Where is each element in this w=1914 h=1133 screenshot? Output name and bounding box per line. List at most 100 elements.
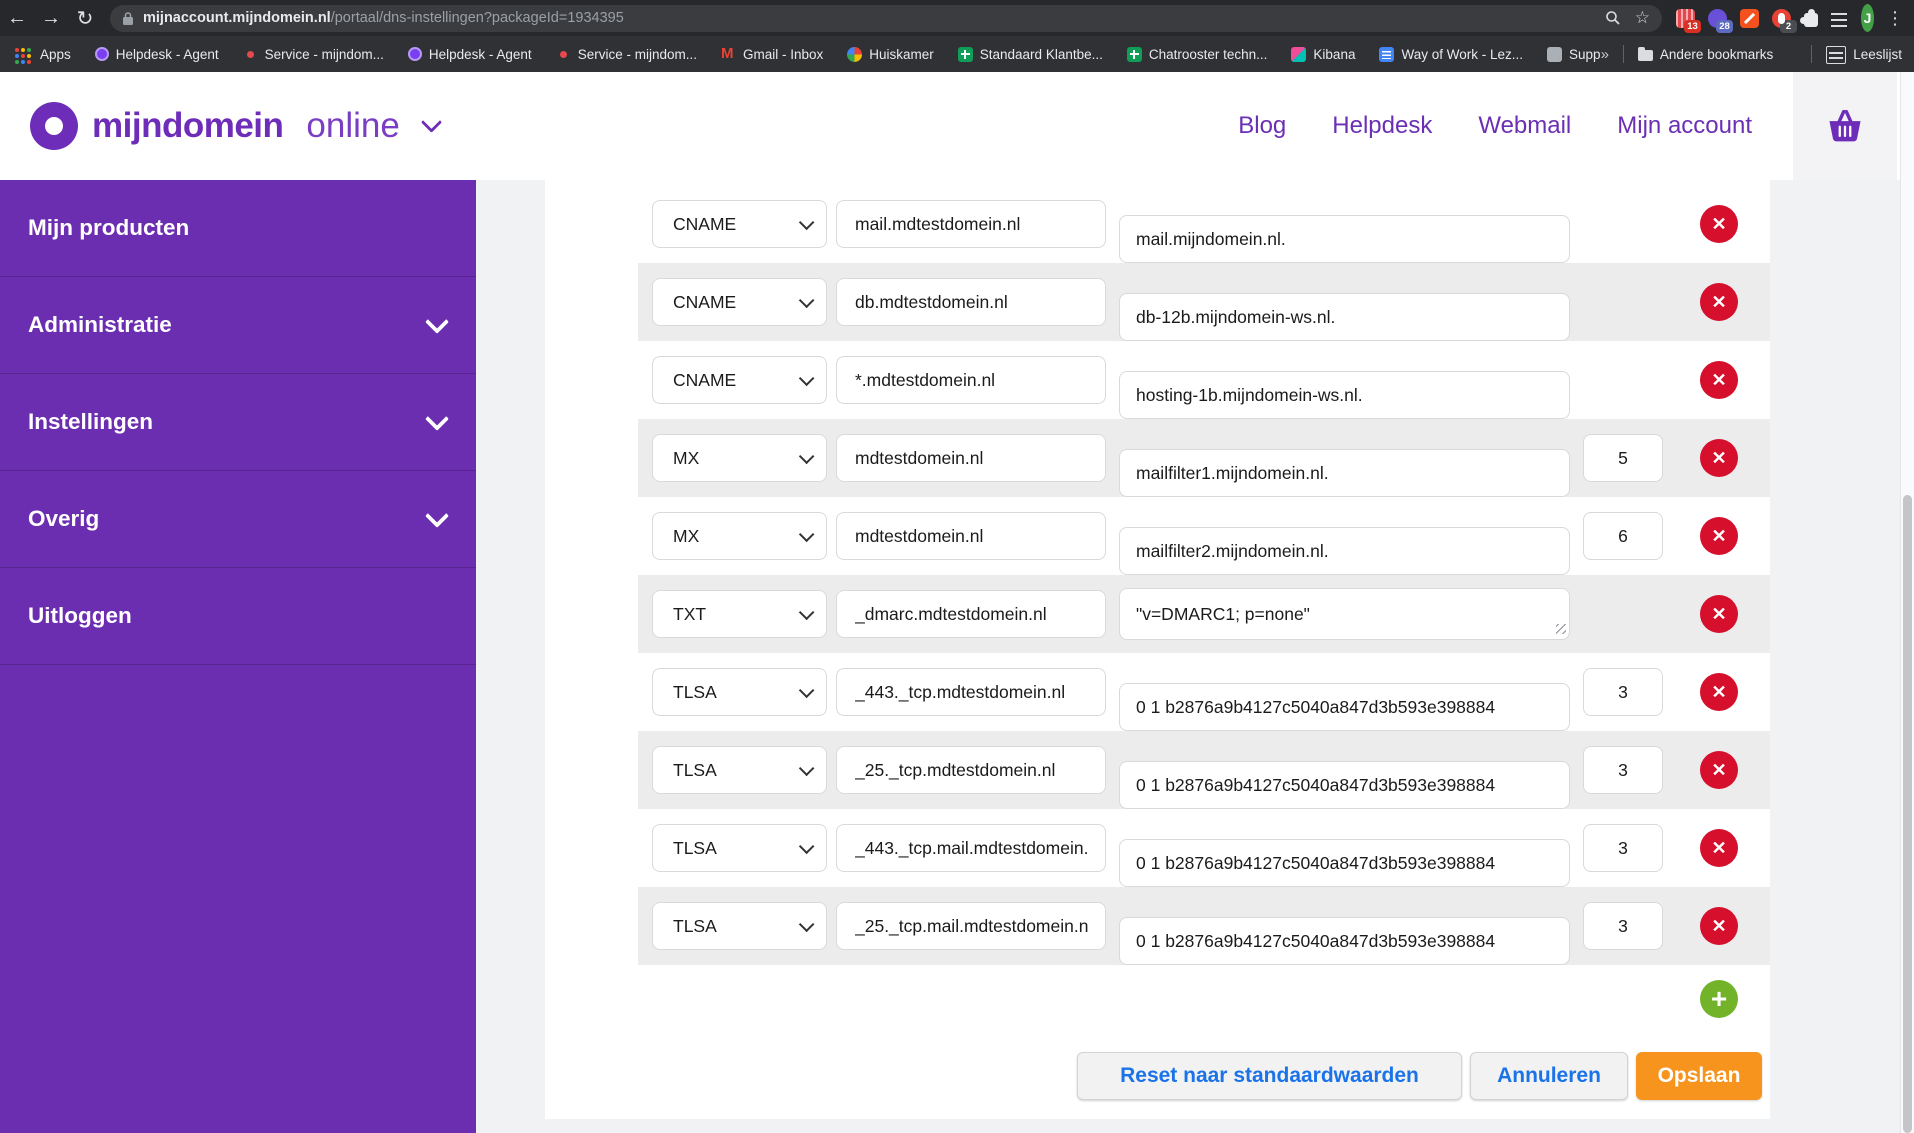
bookmark-apps-grid[interactable]: Apps bbox=[10, 43, 71, 66]
record-name-input[interactable] bbox=[836, 434, 1106, 482]
nav-link-blog[interactable]: Blog bbox=[1238, 112, 1286, 140]
record-type-select[interactable]: TLSA bbox=[652, 824, 827, 872]
record-name-input[interactable] bbox=[836, 278, 1106, 326]
add-record-button[interactable]: + bbox=[1700, 980, 1738, 1018]
bookmarks-overflow-icon[interactable]: » bbox=[1601, 46, 1609, 63]
extension-red-icon[interactable]: 13 bbox=[1676, 8, 1701, 33]
delete-record-button[interactable]: ✕ bbox=[1700, 283, 1738, 321]
record-value-wrap bbox=[1119, 512, 1570, 575]
bookmark-gmail[interactable]: Gmail - Inbox bbox=[721, 45, 823, 62]
record-type-select[interactable]: TXT bbox=[652, 590, 827, 638]
bookmark-dot-purple[interactable]: Helpdesk - Agent bbox=[94, 47, 219, 62]
scrollbar-thumb[interactable] bbox=[1903, 495, 1912, 1133]
record-value-input[interactable] bbox=[1119, 293, 1570, 341]
delete-record-button[interactable]: ✕ bbox=[1700, 673, 1738, 711]
record-name-input[interactable] bbox=[836, 668, 1106, 716]
bookmark-multi[interactable]: Huiskamer bbox=[847, 46, 934, 62]
record-priority-input[interactable] bbox=[1583, 746, 1663, 794]
record-value-input[interactable] bbox=[1119, 917, 1570, 965]
zoom-icon[interactable] bbox=[1605, 10, 1621, 26]
profile-avatar[interactable]: J bbox=[1861, 4, 1874, 32]
bookmark-doc-blue[interactable]: Way of Work - Lez... bbox=[1379, 46, 1523, 62]
refresh-icon[interactable]: ↻ bbox=[68, 6, 102, 31]
record-name-input[interactable] bbox=[836, 824, 1106, 872]
shopping-basket-button[interactable] bbox=[1793, 72, 1897, 180]
record-type-select[interactable]: CNAME bbox=[652, 278, 827, 326]
record-priority-input[interactable] bbox=[1583, 512, 1663, 560]
nav-link-mijn-account[interactable]: Mijn account bbox=[1617, 112, 1752, 140]
record-value-input[interactable] bbox=[1119, 588, 1570, 640]
brand-logo[interactable]: mijndomein online bbox=[30, 72, 442, 180]
reading-list-button[interactable]: Leeslijst bbox=[1826, 44, 1902, 64]
record-value-input[interactable] bbox=[1119, 761, 1570, 809]
record-value-input[interactable] bbox=[1119, 683, 1570, 731]
bookmark-dot-purple[interactable]: Helpdesk - Agent bbox=[407, 47, 532, 62]
record-name-input[interactable] bbox=[836, 512, 1106, 560]
record-type-select[interactable]: CNAME bbox=[652, 356, 827, 404]
record-value-wrap bbox=[1119, 902, 1570, 965]
back-icon[interactable]: ← bbox=[0, 7, 34, 30]
address-bar[interactable]: mijnaccount.mijndomein.nl/portaal/dns-in… bbox=[110, 4, 1662, 32]
record-name-input[interactable] bbox=[836, 356, 1106, 404]
dot-purple-icon bbox=[407, 47, 422, 61]
record-value-input[interactable] bbox=[1119, 839, 1570, 887]
record-type-select[interactable]: TLSA bbox=[652, 902, 827, 950]
browser-menu-icon[interactable]: ⋮ bbox=[1886, 8, 1904, 29]
record-value-input[interactable] bbox=[1119, 449, 1570, 497]
record-type-select[interactable]: MX bbox=[652, 434, 827, 482]
record-value-input[interactable] bbox=[1119, 371, 1570, 419]
bookmark-kibana[interactable]: Kibana bbox=[1291, 46, 1356, 62]
dot-purple-icon bbox=[94, 47, 109, 61]
record-name-input[interactable] bbox=[836, 746, 1106, 794]
record-value-input[interactable] bbox=[1119, 527, 1570, 575]
bookmark-dot-red[interactable]: Service - mijndom... bbox=[243, 47, 384, 62]
record-type-value: TLSA bbox=[673, 837, 717, 858]
sidebar-item-overig[interactable]: Overig bbox=[0, 471, 476, 568]
extension-queue-icon[interactable] bbox=[1831, 12, 1847, 27]
bookmark-label: Kibana bbox=[1313, 46, 1356, 62]
bookmark-sheet-green[interactable]: Chatrooster techn... bbox=[1126, 46, 1267, 62]
record-priority-input[interactable] bbox=[1583, 902, 1663, 950]
record-name-input[interactable] bbox=[836, 590, 1106, 638]
record-value-input[interactable] bbox=[1119, 215, 1570, 263]
resize-grip-icon[interactable] bbox=[1556, 624, 1566, 634]
sidebar-item-instellingen[interactable]: Instellingen bbox=[0, 374, 476, 471]
bookmark-star-icon[interactable]: ☆ bbox=[1635, 8, 1650, 28]
delete-record-button[interactable]: ✕ bbox=[1700, 595, 1738, 633]
delete-record-button[interactable]: ✕ bbox=[1700, 517, 1738, 555]
record-priority-input[interactable] bbox=[1583, 668, 1663, 716]
chevron-down-icon bbox=[798, 760, 815, 776]
scrollbar-track[interactable] bbox=[1900, 72, 1914, 1133]
nav-link-helpdesk[interactable]: Helpdesk bbox=[1332, 112, 1432, 140]
record-type-select[interactable]: CNAME bbox=[652, 200, 827, 248]
extension-puzzle-icon[interactable] bbox=[1800, 8, 1818, 27]
delete-record-button[interactable]: ✕ bbox=[1700, 907, 1738, 945]
extension-redcircle-icon[interactable]: 2 bbox=[1772, 8, 1797, 33]
save-button[interactable]: Opslaan bbox=[1636, 1052, 1762, 1100]
nav-link-webmail[interactable]: Webmail bbox=[1478, 112, 1571, 140]
delete-record-button[interactable]: ✕ bbox=[1700, 829, 1738, 867]
sidebar-item-administratie[interactable]: Administratie bbox=[0, 277, 476, 374]
record-type-select[interactable]: MX bbox=[652, 512, 827, 560]
record-type-select[interactable]: TLSA bbox=[652, 746, 827, 794]
bookmark-dot-red[interactable]: Service - mijndom... bbox=[556, 47, 697, 62]
extension-orange-icon[interactable] bbox=[1740, 8, 1759, 28]
delete-record-button[interactable]: ✕ bbox=[1700, 361, 1738, 399]
record-priority-input[interactable] bbox=[1583, 824, 1663, 872]
delete-record-button[interactable]: ✕ bbox=[1700, 205, 1738, 243]
record-name-input[interactable] bbox=[836, 200, 1106, 248]
sidebar-item-uitloggen[interactable]: Uitloggen bbox=[0, 568, 476, 665]
delete-record-button[interactable]: ✕ bbox=[1700, 751, 1738, 789]
record-type-select[interactable]: TLSA bbox=[652, 668, 827, 716]
cancel-button[interactable]: Annuleren bbox=[1470, 1052, 1628, 1100]
reset-defaults-button[interactable]: Reset naar standaardwaarden bbox=[1077, 1052, 1462, 1100]
record-name-input[interactable] bbox=[836, 902, 1106, 950]
bookmark-doc-gray[interactable]: Support Tooltjes -... bbox=[1547, 46, 1601, 62]
record-priority-input[interactable] bbox=[1583, 434, 1663, 482]
forward-icon[interactable]: → bbox=[34, 7, 68, 30]
other-bookmarks-button[interactable]: Andere bookmarks bbox=[1637, 47, 1773, 62]
bookmark-sheet-green[interactable]: Standaard Klantbe... bbox=[957, 46, 1103, 62]
sidebar-item-mijn-producten[interactable]: Mijn producten bbox=[0, 180, 476, 277]
delete-record-button[interactable]: ✕ bbox=[1700, 439, 1738, 477]
extension-purple-icon[interactable]: 28 bbox=[1708, 8, 1733, 33]
